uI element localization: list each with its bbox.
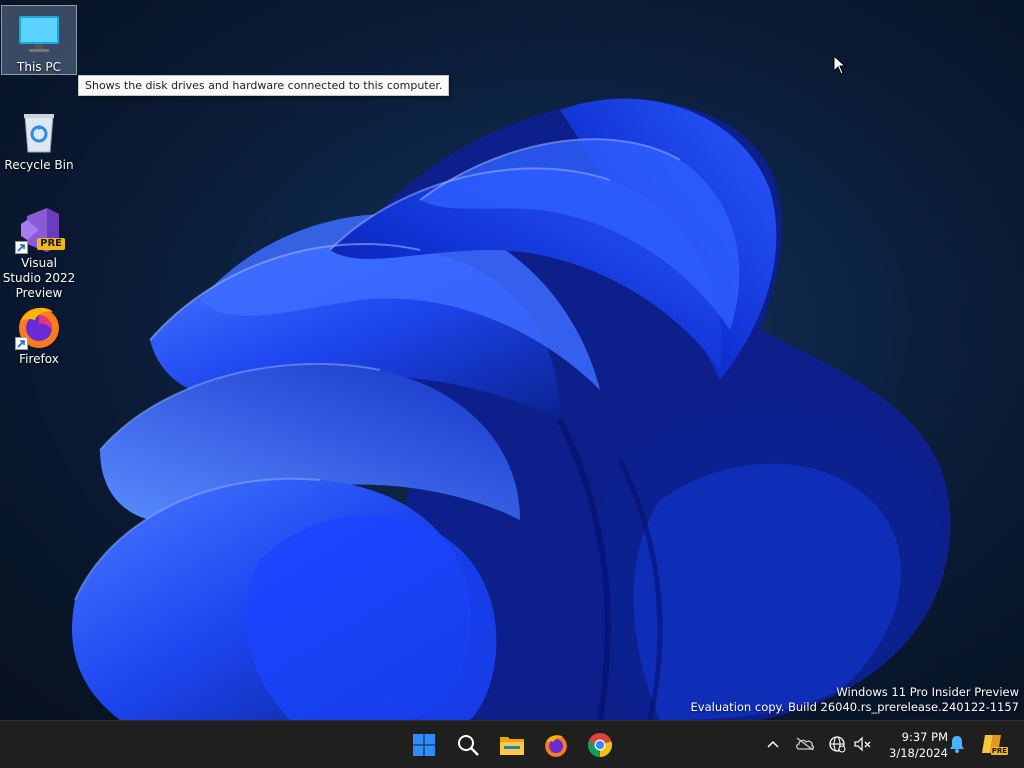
watermark-line-2: Evaluation copy. Build 26040.rs_prerelea… xyxy=(690,700,1019,714)
desktop-icon-this-pc[interactable]: This PC xyxy=(1,5,77,75)
desktop-icon-recycle-bin[interactable]: Recycle Bin xyxy=(2,104,76,172)
show-hidden-icons-button[interactable] xyxy=(762,733,784,755)
clock-time: 9:37 PM xyxy=(901,730,948,744)
desktop-icon-firefox[interactable]: Firefox xyxy=(2,298,76,368)
onedrive-button[interactable] xyxy=(794,733,816,755)
desktop-icon-label: Visual Studio 2022 Preview xyxy=(2,256,76,300)
watermark-line-1: Windows 11 Pro Insider Preview xyxy=(836,685,1019,699)
desktop-icon-label: This PC xyxy=(17,60,61,74)
copilot-button[interactable]: PRE xyxy=(980,733,1008,755)
recycle-bin-icon xyxy=(15,108,63,156)
chevron-up-icon xyxy=(767,740,779,748)
network-icon xyxy=(829,736,846,753)
desktop[interactable]: This PC Recycle Bin PRE Visual Studio 20… xyxy=(0,0,1024,720)
volume-muted-icon xyxy=(854,736,871,752)
shortcut-arrow-icon xyxy=(15,337,28,350)
file-explorer-button[interactable] xyxy=(494,727,530,763)
search-icon xyxy=(458,735,479,756)
network-button[interactable] xyxy=(826,733,848,755)
volume-button[interactable] xyxy=(852,733,874,755)
preview-badge: PRE xyxy=(37,238,65,250)
taskbar: 9:37 PM 3/18/2024 PRE xyxy=(0,720,1024,768)
clock-date: 3/18/2024 xyxy=(889,746,948,760)
notifications-button[interactable] xyxy=(946,733,968,755)
notification-bell-icon xyxy=(950,736,964,753)
chrome-taskbar-button[interactable] xyxy=(582,727,618,763)
start-icon xyxy=(413,734,435,756)
copilot-preview-badge: PRE xyxy=(990,747,1008,755)
windows-watermark: Windows 11 Pro Insider Preview Evaluatio… xyxy=(691,685,1019,715)
chrome-icon xyxy=(588,733,612,757)
search-button[interactable] xyxy=(450,727,486,763)
tooltip: Shows the disk drives and hardware conne… xyxy=(78,75,450,96)
bloom-wallpaper xyxy=(72,98,951,720)
firefox-icon xyxy=(15,302,63,350)
onedrive-offline-icon xyxy=(796,737,815,751)
clock[interactable]: 9:37 PM 3/18/2024 xyxy=(878,729,948,761)
mouse-cursor-icon xyxy=(833,55,847,75)
start-button[interactable] xyxy=(406,727,442,763)
file-explorer-icon xyxy=(500,737,524,755)
desktop-icon-label: Recycle Bin xyxy=(4,158,74,172)
firefox-icon xyxy=(545,735,567,757)
shortcut-arrow-icon xyxy=(15,241,28,254)
desktop-icon-visual-studio[interactable]: PRE Visual Studio 2022 Preview xyxy=(2,202,76,300)
visual-studio-icon: PRE xyxy=(15,206,65,254)
desktop-icon-label: Firefox xyxy=(19,352,59,366)
firefox-taskbar-button[interactable] xyxy=(538,727,574,763)
monitor-icon xyxy=(15,10,63,58)
